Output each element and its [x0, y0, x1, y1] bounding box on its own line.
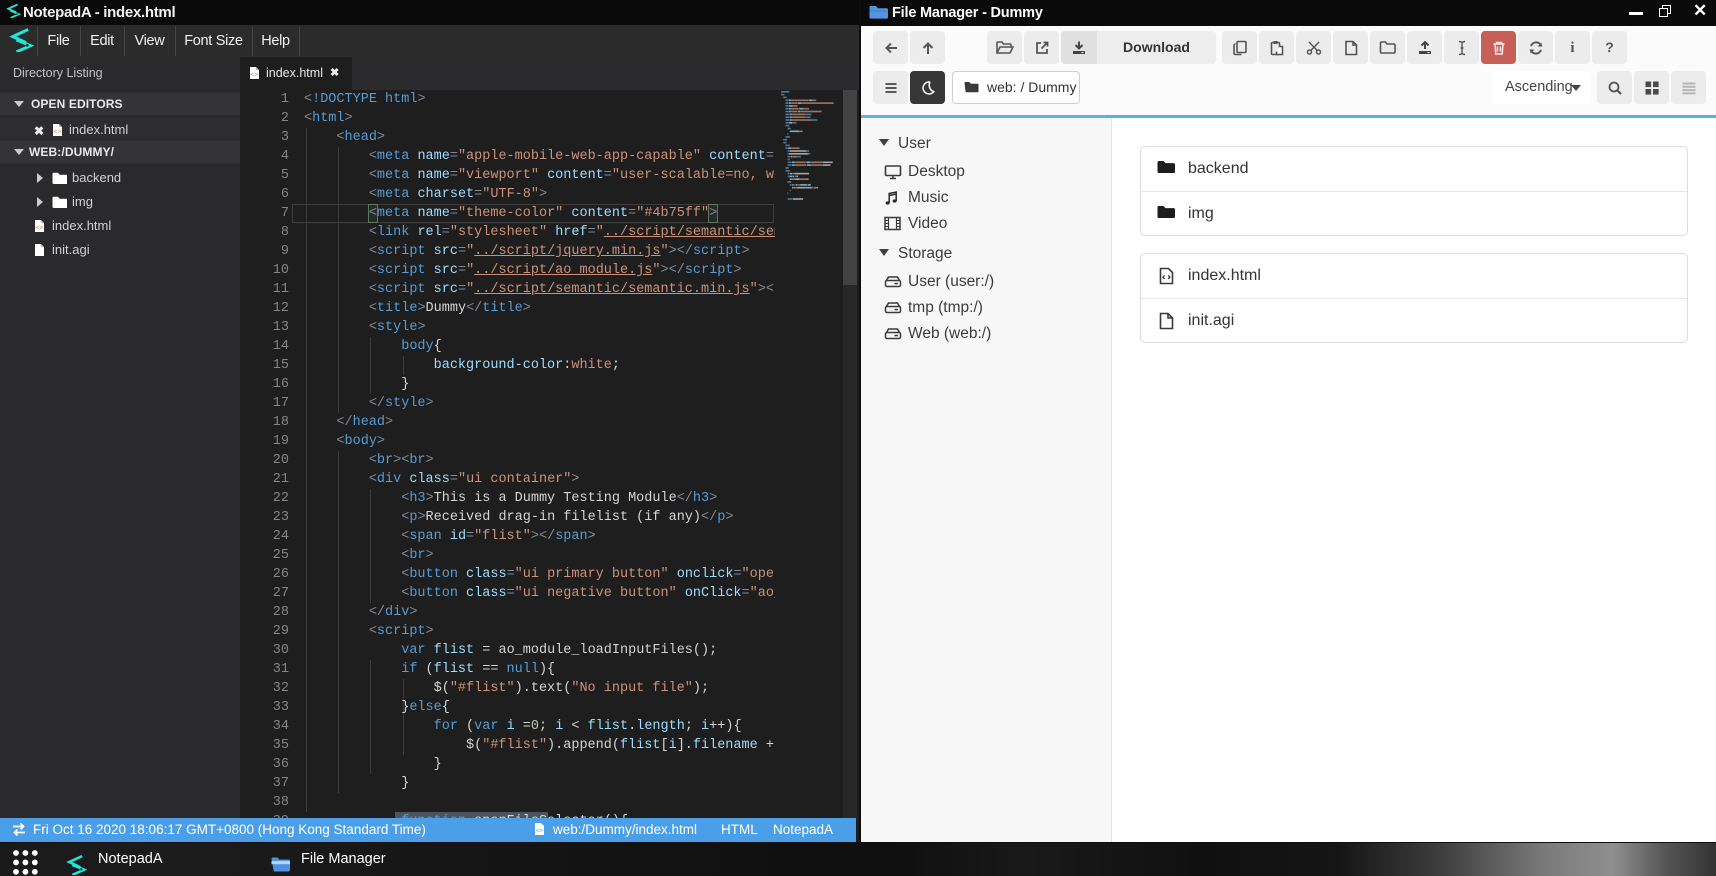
svg-text:<>: <> [36, 225, 44, 232]
svg-text:<>: <> [536, 829, 544, 835]
svg-text:<>: <> [251, 72, 259, 79]
svg-text:<>: <> [54, 129, 62, 136]
